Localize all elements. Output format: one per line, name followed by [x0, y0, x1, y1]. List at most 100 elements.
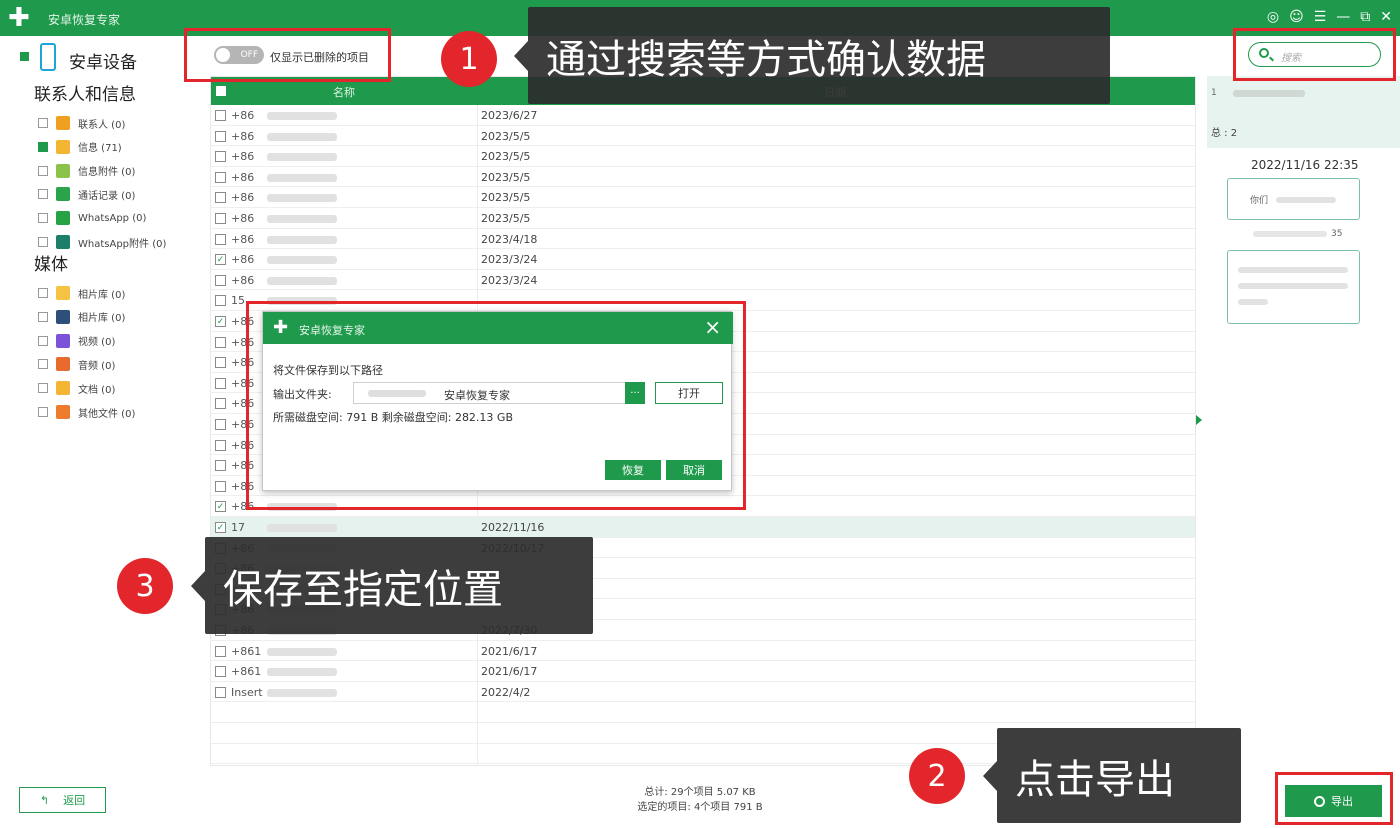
table-row[interactable]: +86 2023/5/5: [211, 187, 1195, 208]
table-row[interactable]: +86 2023/5/5: [211, 208, 1195, 229]
row-date: 2023/5/5: [481, 150, 531, 164]
sidebar-item[interactable]: 联系人 (0): [38, 114, 125, 132]
select-all-checkbox[interactable]: [216, 86, 226, 96]
row-checkbox[interactable]: [215, 666, 226, 678]
row-name-redacted: [267, 524, 337, 532]
sidebar-item[interactable]: 相片库 (0): [38, 308, 125, 326]
row-checkbox[interactable]: [215, 213, 226, 224]
row-checkbox[interactable]: [215, 398, 226, 410]
sidebar-item-checkbox[interactable]: [38, 141, 48, 152]
sidebar-item-checkbox[interactable]: [38, 189, 48, 200]
sidebar-item[interactable]: WhatsApp (0): [38, 209, 146, 227]
sidebar-item[interactable]: WhatsApp附件 (0): [38, 233, 166, 251]
row-checkbox[interactable]: ✓: [215, 254, 226, 266]
table-row[interactable]: +861 2021/6/17: [211, 641, 1195, 662]
row-checkbox[interactable]: [215, 151, 226, 163]
row-checkbox[interactable]: ✓: [215, 316, 226, 327]
wifi-icon[interactable]: ◎: [1267, 9, 1279, 25]
annotation-box-export: [1275, 772, 1393, 825]
sidebar-item-checkbox[interactable]: [38, 335, 48, 346]
sidebar-group-title: 媒体: [34, 255, 68, 275]
table-row[interactable]: +86 2023/5/5: [211, 126, 1195, 147]
device-radio[interactable]: [20, 52, 29, 61]
row-checkbox[interactable]: [215, 357, 226, 369]
sidebar-item-checkbox[interactable]: [38, 311, 48, 322]
expand-panel-arrow-icon[interactable]: [1196, 415, 1202, 425]
step3-callout: 保存至指定位置: [191, 537, 593, 634]
back-arrow-icon: ↰: [39, 793, 50, 807]
sidebar-item-label: 相片库 (0): [78, 289, 126, 301]
close-icon[interactable]: ✕: [1380, 9, 1392, 25]
message-time: 2022/11/16 22:35: [1251, 158, 1359, 172]
table-row[interactable]: +86 2023/5/5: [211, 146, 1195, 167]
row-date: 2022/4/2: [481, 685, 531, 699]
minimize-icon[interactable]: —: [1336, 9, 1350, 25]
row-checkbox[interactable]: [215, 439, 226, 451]
message-bubble-redacted: [1238, 267, 1348, 273]
table-row[interactable]: ✓ +86 2023/3/24: [211, 249, 1195, 270]
table-row[interactable]: ✓ 17 2022/11/16: [211, 517, 1195, 538]
menu-icon[interactable]: ☰: [1314, 9, 1327, 25]
sidebar: 安卓设备 联系人和信息 联系人 (0) 信息 (71) 信息附件 (0) 通话记录 (0…: [0, 36, 205, 828]
sidebar-item[interactable]: 其他文件 (0): [38, 403, 135, 421]
row-checkbox[interactable]: [215, 645, 226, 657]
sidebar-item-checkbox[interactable]: [38, 383, 48, 394]
sidebar-item-label: 音频 (0): [78, 360, 116, 372]
message-bubble-redacted: [1276, 197, 1336, 203]
sidebar-item-checkbox[interactable]: [38, 407, 48, 417]
row-checkbox[interactable]: [215, 419, 226, 430]
document-icon: [56, 381, 70, 396]
sidebar-item-checkbox[interactable]: [38, 359, 48, 370]
sidebar-item-checkbox[interactable]: [38, 237, 48, 247]
row-checkbox[interactable]: ✓: [215, 501, 226, 513]
column-header-name[interactable]: 名称: [333, 84, 355, 100]
message-total: 总 : 2: [1211, 128, 1238, 139]
sidebar-item-checkbox[interactable]: [38, 118, 48, 128]
row-checkbox[interactable]: [215, 480, 226, 492]
table-row[interactable]: +86 2023/3/24: [211, 270, 1195, 291]
annotation-box-toggle: [184, 28, 391, 82]
table-row[interactable]: +86 2023/5/5: [211, 167, 1195, 188]
sidebar-item[interactable]: 通话记录 (0): [38, 185, 135, 203]
sidebar-item-checkbox[interactable]: [38, 213, 48, 224]
row-name-redacted: [267, 688, 337, 697]
row-checkbox[interactable]: [215, 336, 226, 348]
sidebar-item-checkbox[interactable]: [38, 165, 48, 176]
sidebar-item[interactable]: 相片库 (0): [38, 284, 125, 302]
sidebar-item[interactable]: 信息 (71): [38, 138, 122, 156]
maximize-icon[interactable]: ⧉: [1360, 9, 1370, 25]
row-checkbox[interactable]: [215, 130, 226, 142]
row-checkbox[interactable]: [215, 233, 226, 245]
sidebar-item[interactable]: 视频 (0): [38, 332, 115, 350]
row-checkbox[interactable]: [215, 686, 226, 698]
table-row[interactable]: Insert 2022/4/2: [211, 682, 1195, 703]
window-controls: ◎ ☺ ☰ — ⧉ ✕: [1267, 9, 1392, 25]
feedback-icon[interactable]: ☺: [1289, 9, 1304, 25]
sidebar-item[interactable]: 音频 (0): [38, 355, 115, 373]
device-name[interactable]: 安卓设备: [69, 48, 137, 73]
row-name-redacted: [267, 112, 337, 120]
row-checkbox[interactable]: [215, 377, 226, 389]
sidebar-item-checkbox[interactable]: [38, 288, 48, 298]
row-checkbox[interactable]: [215, 110, 226, 121]
row-name: +861: [231, 665, 262, 679]
other-files-icon: [56, 405, 70, 419]
table-row[interactable]: +861 2021/6/17: [211, 661, 1195, 682]
step2-callout: 点击导出: [983, 728, 1241, 823]
row-checkbox[interactable]: [215, 274, 226, 286]
video-icon: [56, 333, 70, 348]
step1-callout: 通过搜索等方式确认数据: [514, 7, 1110, 104]
row-name-redacted: [267, 153, 337, 162]
table-row[interactable]: +86 2023/6/27: [211, 105, 1195, 126]
row-checkbox[interactable]: ✓: [215, 522, 226, 533]
messages-icon: [56, 139, 70, 154]
row-checkbox[interactable]: [215, 171, 226, 183]
gallery-icon: [56, 286, 70, 300]
row-checkbox[interactable]: [215, 295, 226, 307]
sidebar-item[interactable]: 信息附件 (0): [38, 162, 135, 180]
row-checkbox[interactable]: [215, 460, 226, 472]
sidebar-item[interactable]: 文档 (0): [38, 379, 115, 397]
back-button[interactable]: ↰ 返回: [19, 787, 106, 813]
table-row[interactable]: +86 2023/4/18: [211, 229, 1195, 250]
row-checkbox[interactable]: [215, 192, 226, 204]
